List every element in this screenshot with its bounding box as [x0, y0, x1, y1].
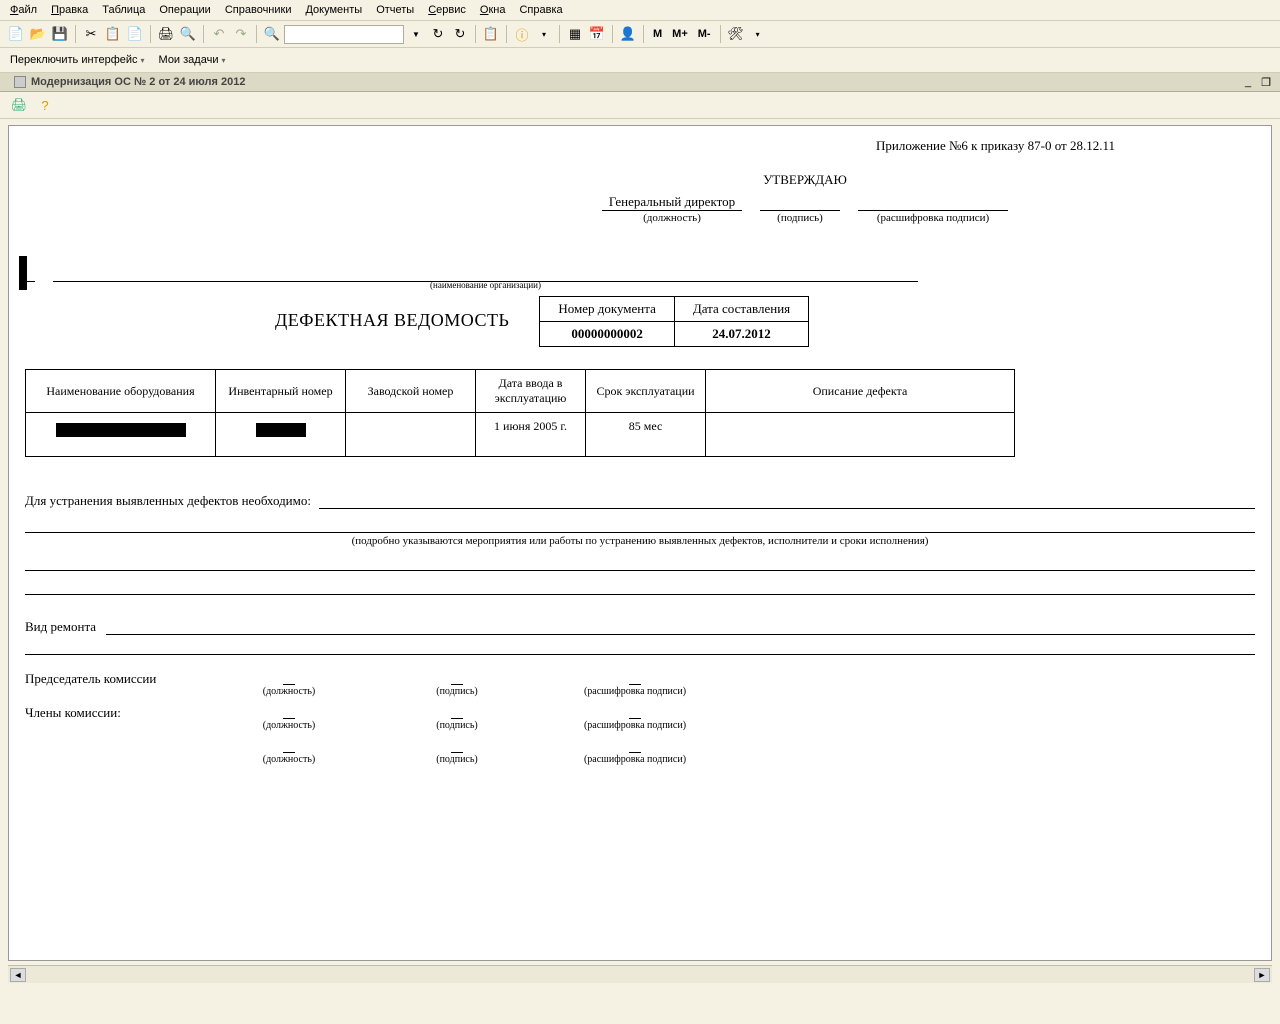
menu-reports[interactable]: Отчеты: [370, 2, 420, 18]
tab-title: Модернизация ОС № 2 от 24 июля 2012: [31, 76, 245, 88]
selection-marker: [19, 256, 27, 290]
th-equipment: Наименование оборудования: [26, 370, 216, 413]
scroll-left-icon[interactable]: ◄: [10, 968, 26, 982]
th-service-term: Срок эксплуатации: [586, 370, 706, 413]
sig-decoded-field: [858, 195, 1008, 211]
td-factory: [346, 413, 476, 457]
signature-label: (подпись): [777, 211, 823, 224]
menu-service[interactable]: Сервис: [422, 2, 472, 18]
open-icon[interactable]: 📂: [28, 24, 48, 44]
menu-help[interactable]: Справка: [513, 2, 568, 18]
approve-title: УТВЕРЖДАЮ: [763, 172, 847, 188]
th-defect: Описание дефекта: [706, 370, 1015, 413]
org-row: [25, 268, 1255, 282]
th-inventory: Инвентарный номер: [216, 370, 346, 413]
print-doc-icon[interactable]: 🖨: [8, 95, 30, 115]
search-icon[interactable]: 🔍: [262, 24, 282, 44]
th-factory: Заводской номер: [346, 370, 476, 413]
redo-icon[interactable]: ↷: [231, 24, 251, 44]
paper-viewport[interactable]: Приложение №6 к приказу 87-0 от 28.12.11…: [8, 125, 1272, 961]
fix-line-2: [25, 517, 1255, 533]
menu-file[interactable]: ФФайлайл: [4, 2, 43, 18]
document-tab[interactable]: Модернизация ОС № 2 от 24 июля 2012: [4, 73, 255, 91]
gendir-field: Генеральный директор: [602, 194, 742, 211]
scroll-track[interactable]: [28, 968, 1252, 982]
date-header: Дата составления: [674, 297, 808, 322]
sig-decoded-label: (расшифровка подписи): [877, 211, 989, 224]
date-value: 24.07.2012: [674, 322, 808, 347]
appendix-text: Приложение №6 к приказу 87-0 от 28.12.11: [25, 138, 1255, 154]
info-icon[interactable]: ⓘ: [512, 24, 532, 44]
main-toolbar: 📄 📂 💾 ✂ 📋 📄 🖨 🔍 ↶ ↷ 🔍 ▼ ↻ ↻ 📋 ⓘ ▾ ▦ 📅 👤 …: [0, 21, 1280, 48]
num-value: 00000000002: [540, 322, 675, 347]
document-area: Приложение №6 к приказу 87-0 от 28.12.11…: [0, 119, 1280, 983]
tools-icon[interactable]: 🛠: [726, 24, 746, 44]
fix-line-4: [25, 579, 1255, 595]
calendar-icon[interactable]: 📅: [587, 24, 607, 44]
cut-icon[interactable]: ✂: [81, 24, 101, 44]
signature-field: [760, 195, 840, 211]
new-icon[interactable]: 📄: [6, 24, 26, 44]
menu-windows[interactable]: Окна: [474, 2, 512, 18]
repair-line-2: [25, 639, 1255, 655]
td-service-term: 85 мес: [586, 413, 706, 457]
scroll-right-icon[interactable]: ►: [1254, 968, 1270, 982]
num-header: Номер документа: [540, 297, 675, 322]
switch-interface[interactable]: Переключить интерфейс: [6, 52, 149, 68]
members-label: Члены комиссии:: [25, 703, 195, 721]
menu-table[interactable]: Таблица: [96, 2, 151, 18]
menu-bar: ФФайлайл Правка Таблица Операции Справоч…: [0, 0, 1280, 21]
document-icon: [14, 76, 26, 88]
defect-table: Наименование оборудования Инвентарный но…: [25, 369, 1015, 457]
chairman-label: Председатель комиссии: [25, 669, 195, 687]
paste-icon[interactable]: 📄: [125, 24, 145, 44]
undo-icon[interactable]: ↶: [209, 24, 229, 44]
fix-label: Для устранения выявленных дефектов необх…: [25, 493, 311, 509]
mem-mminus[interactable]: M-: [694, 26, 715, 42]
save-icon[interactable]: 💾: [50, 24, 70, 44]
doc-title: ДЕФЕКТНАЯ ВЕДОМОСТЬ: [25, 296, 509, 331]
minimize-icon[interactable]: _: [1242, 76, 1254, 89]
fix-line-1: [319, 495, 1255, 509]
search-input[interactable]: [284, 25, 404, 44]
menu-edit[interactable]: Правка: [45, 2, 94, 18]
repair-label: Вид ремонта: [25, 619, 96, 635]
td-start-date: 1 июня 2005 г.: [476, 413, 586, 457]
mem-m[interactable]: M: [649, 26, 666, 42]
td-inventory: [216, 413, 346, 457]
menu-refs[interactable]: Справочники: [219, 2, 298, 18]
copy2-icon[interactable]: 📋: [481, 24, 501, 44]
sub-bar: Переключить интерфейс Мои задачи: [0, 48, 1280, 73]
user-icon[interactable]: 👤: [618, 24, 638, 44]
position-label: (должность): [643, 211, 701, 224]
refresh-icon[interactable]: ↻: [428, 24, 448, 44]
number-table: Номер документа Дата составления 0000000…: [539, 296, 809, 347]
td-defect: [706, 413, 1015, 457]
info-drop-icon[interactable]: ▾: [534, 24, 554, 44]
copy-icon[interactable]: 📋: [103, 24, 123, 44]
menu-docs[interactable]: Документы: [299, 2, 368, 18]
fix-caption: (подробно указываются мероприятия или ра…: [25, 535, 1255, 547]
fix-line-3: [25, 555, 1255, 571]
th-start-date: Дата ввода в эксплуатацию: [476, 370, 586, 413]
approve-block: УТВЕРЖДАЮ Генеральный директор (должност…: [585, 172, 1025, 224]
td-equipment: [26, 413, 216, 457]
repair-line: [106, 621, 1255, 635]
help-icon[interactable]: ?: [34, 95, 56, 115]
mem-mplus[interactable]: M+: [668, 26, 692, 42]
print-icon[interactable]: 🖨: [156, 24, 176, 44]
restore-icon[interactable]: ❐: [1258, 76, 1274, 89]
tools-drop-icon[interactable]: ▾: [748, 24, 768, 44]
doc-toolbar: 🖨 ?: [0, 92, 1280, 119]
dropdown-icon[interactable]: ▼: [406, 24, 426, 44]
paper: Приложение №6 к приказу 87-0 от 28.12.11…: [9, 126, 1271, 811]
horizontal-scrollbar[interactable]: ◄ ►: [8, 965, 1272, 983]
calc-icon[interactable]: ▦: [565, 24, 585, 44]
my-tasks[interactable]: Мои задачи: [155, 52, 230, 68]
refresh2-icon[interactable]: ↻: [450, 24, 470, 44]
preview-icon[interactable]: 🔍: [178, 24, 198, 44]
commission-section: Председатель комиссии (должность) (подпи…: [25, 669, 1255, 765]
tab-bar: Модернизация ОС № 2 от 24 июля 2012 _ ❐: [0, 73, 1280, 92]
menu-ops[interactable]: Операции: [153, 2, 216, 18]
